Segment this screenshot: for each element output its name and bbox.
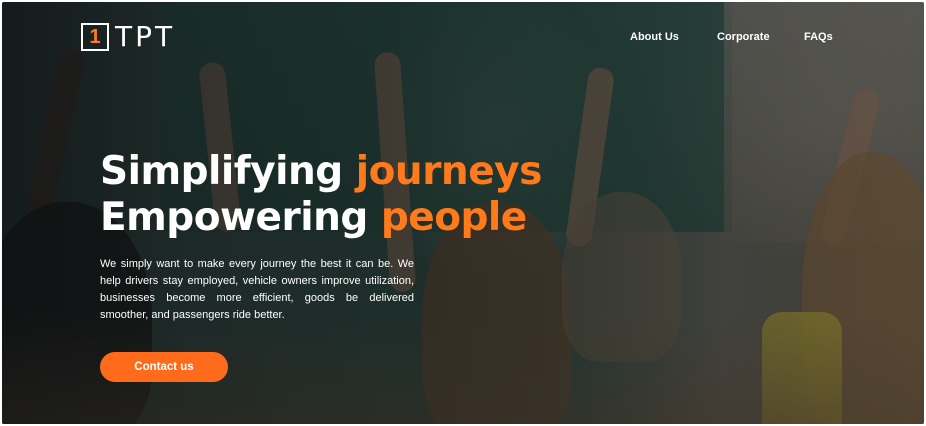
contact-us-button[interactable]: Contact us: [100, 352, 228, 382]
headline-accent-journeys: journeys: [355, 149, 543, 194]
nav-link-about-us[interactable]: About Us: [630, 31, 679, 43]
nav-link-corporate[interactable]: Corporate: [717, 31, 770, 43]
nav-link-faqs[interactable]: FAQs: [804, 31, 833, 43]
top-navigation: About Us Corporate FAQs: [2, 31, 924, 45]
hero-description: We simply want to make every journey the…: [100, 258, 414, 321]
hero-headline: Simplifying journeys Empowering people: [100, 149, 620, 241]
headline-accent-people: people: [380, 195, 527, 240]
headline-line2: Empowering people: [100, 195, 527, 240]
hero-section: 1 TPT About Us Corporate FAQs Simplifyin…: [2, 2, 924, 424]
headline-line1: Simplifying journeys: [100, 149, 542, 194]
